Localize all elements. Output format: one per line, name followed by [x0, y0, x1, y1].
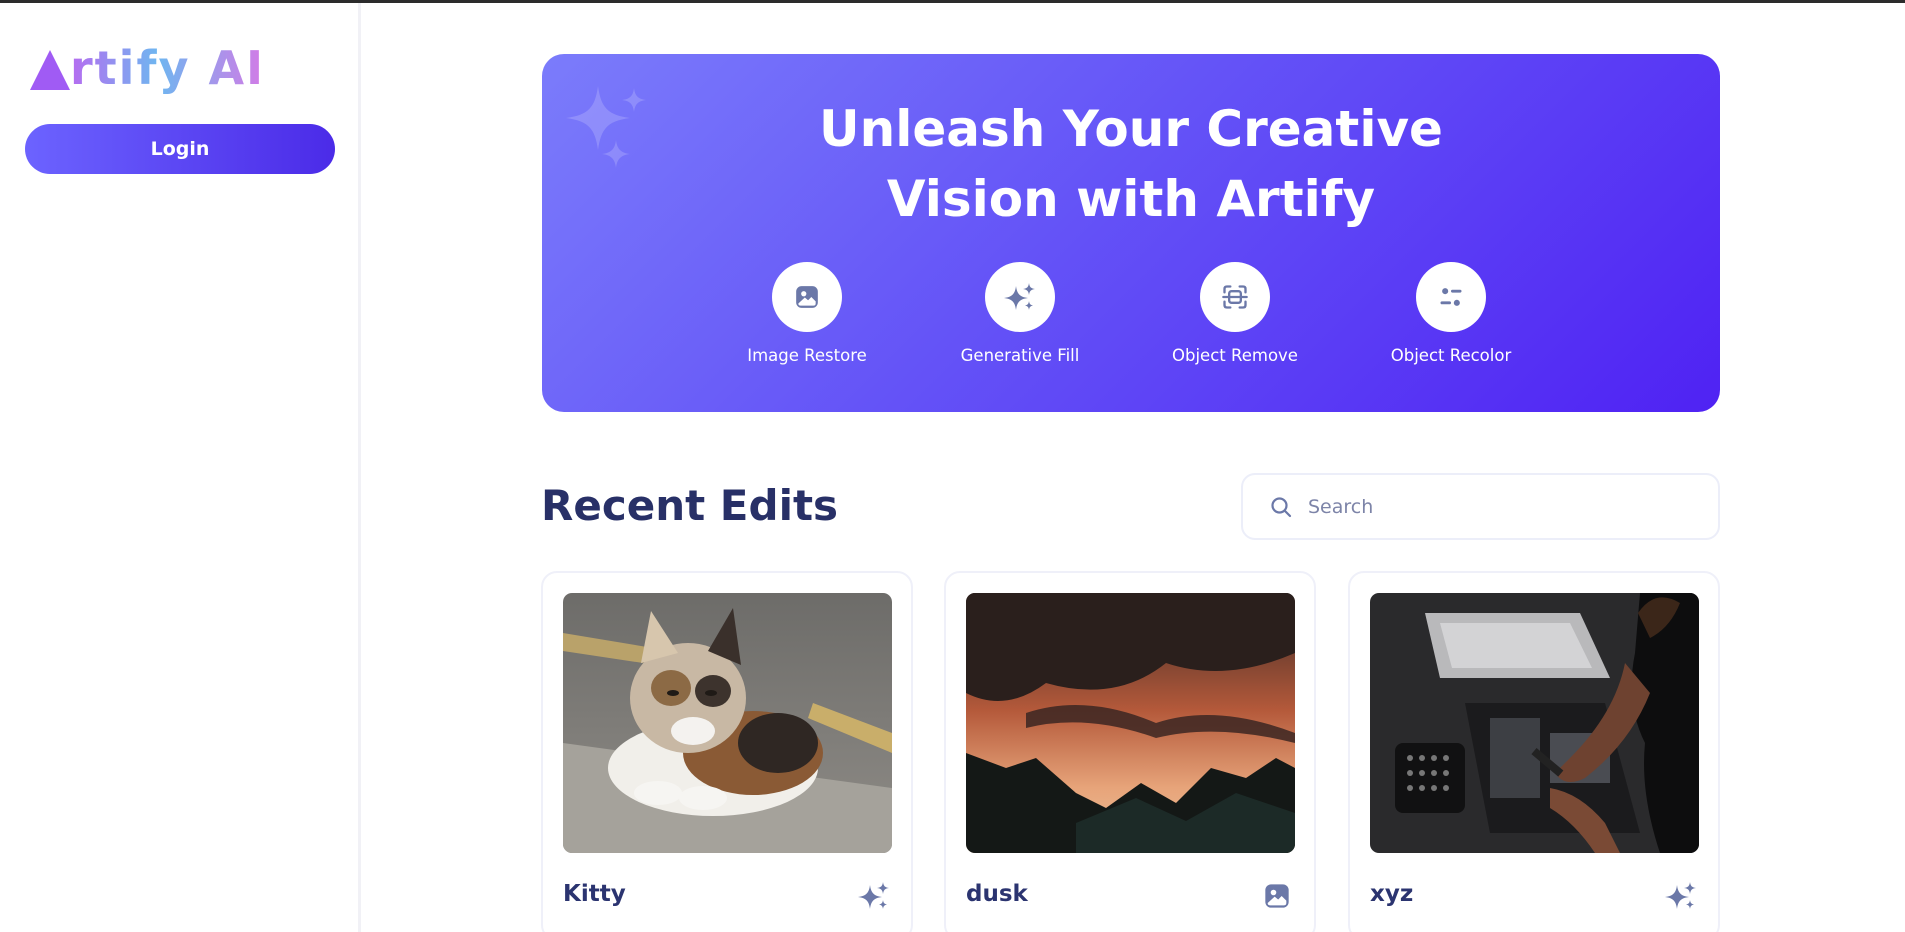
tool-image-restore-circle — [772, 262, 842, 332]
search-icon — [1268, 494, 1294, 520]
logo-text: rtify AI — [70, 41, 266, 95]
sparkles-icon — [1004, 283, 1035, 310]
search-box[interactable] — [1241, 473, 1720, 540]
sparkles-icon — [857, 879, 891, 913]
card-thumbnail[interactable] — [563, 593, 892, 853]
hero-banner: Unleash Your Creative Vision with Artify… — [542, 54, 1720, 412]
login-button[interactable]: Login — [25, 124, 335, 174]
sidebar: rtify AI Login — [0, 3, 361, 932]
tool-object-recolor-circle — [1416, 262, 1486, 332]
tool-generative-fill[interactable]: Generative Fill — [940, 262, 1100, 365]
tool-object-remove[interactable]: Object Remove — [1155, 262, 1315, 365]
tool-image-restore[interactable]: Image Restore — [727, 262, 887, 365]
hero-title-line2: Vision with Artify — [886, 170, 1376, 228]
card-thumbnail[interactable] — [1370, 593, 1699, 853]
image-icon — [796, 286, 818, 308]
edit-card-xyz[interactable]: xyz — [1348, 571, 1720, 932]
tool-object-remove-circle — [1200, 262, 1270, 332]
tool-object-recolor[interactable]: Object Recolor — [1371, 262, 1531, 365]
tool-image-restore-label: Image Restore — [747, 346, 867, 365]
logo-triangle-icon — [30, 50, 70, 90]
edit-card-kitty[interactable]: Kitty — [541, 571, 913, 932]
recent-edits-heading: Recent Edits — [541, 481, 839, 530]
tool-generative-fill-label: Generative Fill — [960, 346, 1080, 365]
brand-logo[interactable]: rtify AI — [30, 41, 265, 95]
tool-list: Image Restore Generative Fill Object Rem… — [542, 262, 1720, 382]
edit-card-dusk[interactable]: dusk — [944, 571, 1316, 932]
sparkles-icon — [1664, 879, 1698, 913]
image-icon — [1260, 879, 1294, 913]
sunset-photo-image — [966, 593, 1295, 853]
scan-icon — [1222, 285, 1248, 309]
search-input[interactable] — [1308, 495, 1698, 518]
tool-object-recolor-label: Object Recolor — [1390, 346, 1512, 365]
card-title: xyz — [1370, 881, 1414, 907]
hero-title-line1: Unleash Your Creative — [819, 100, 1443, 158]
filter-icon — [1440, 288, 1462, 306]
card-thumbnail[interactable] — [966, 593, 1295, 853]
card-title: Kitty — [563, 881, 626, 907]
tool-generative-fill-circle — [985, 262, 1055, 332]
tool-object-remove-label: Object Remove — [1172, 346, 1298, 365]
laptop-repair-photo-image — [1370, 593, 1699, 853]
hero-title: Unleash Your Creative Vision with Artify — [542, 94, 1720, 234]
cat-photo-image — [563, 593, 892, 853]
card-title: dusk — [966, 881, 1028, 907]
